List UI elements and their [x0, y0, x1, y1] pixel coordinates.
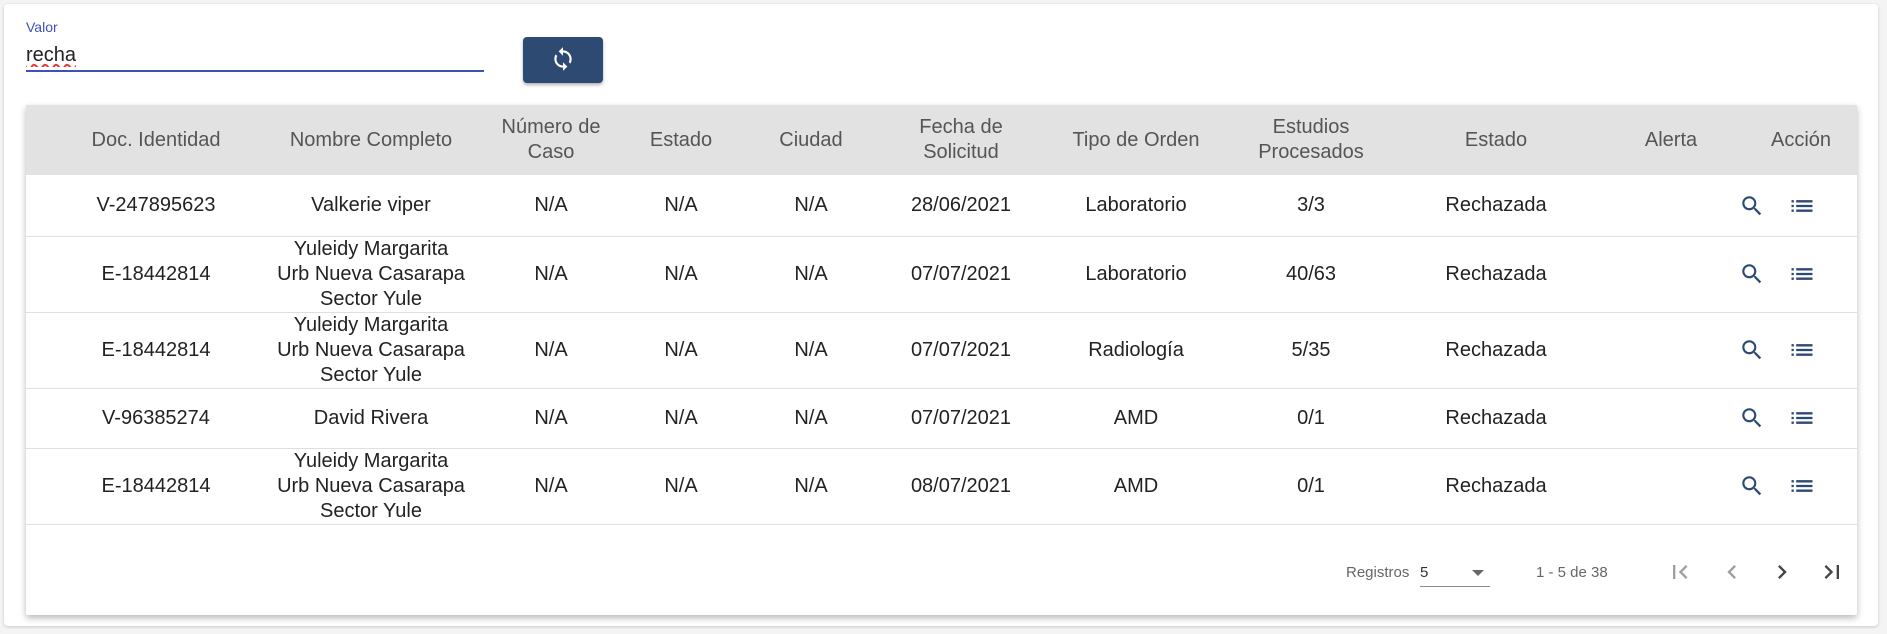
table-row: E-18442814 Yuleidy Margarita Urb Nueva Ca…: [26, 236, 1857, 313]
search-icon[interactable]: [1736, 470, 1768, 502]
cell-doc: V-247895623: [96, 194, 216, 216]
cell-alerta: [1596, 388, 1746, 448]
cell-ciudad: N/A: [794, 194, 828, 216]
cell-ciudad: N/A: [794, 474, 828, 497]
cell-estado1: N/A: [664, 406, 698, 429]
cell-caso: N/A: [534, 338, 568, 361]
cell-fecha: 08/07/2021: [910, 474, 1012, 497]
cell-estado1: N/A: [664, 338, 698, 361]
cell-estado1: N/A: [664, 262, 698, 285]
chevron-right-icon: [1768, 558, 1796, 591]
header-alerta: Alerta: [1644, 128, 1698, 151]
cell-nombre: Valkerie viper: [311, 194, 431, 216]
cell-estado2: Rechazada: [1445, 338, 1547, 361]
cell-estado2: Rechazada: [1445, 194, 1547, 216]
table-row: V-247895623 Valkerie viper N/A N/A N/A 28/06/…: [26, 175, 1857, 237]
cell-estado2: Rechazada: [1445, 474, 1547, 497]
valor-field: Valor: [26, 18, 484, 72]
registros-label: Registros: [1346, 564, 1410, 581]
cell-nombre: Yuleidy Margarita Urb Nueva Casarapa Sec…: [277, 313, 465, 386]
next-page-button[interactable]: [1764, 556, 1800, 592]
valor-input[interactable]: [26, 40, 484, 72]
valor-label: Valor: [26, 19, 58, 35]
header-estado-final[interactable]: Estado: [1406, 105, 1586, 175]
refresh-icon: [550, 46, 576, 75]
list-icon[interactable]: [1786, 402, 1818, 434]
cell-doc: E-18442814: [101, 474, 211, 497]
header-ciudad[interactable]: Ciudad: [746, 105, 876, 175]
header-estudios-procesados[interactable]: Estudios Procesados: [1236, 105, 1386, 175]
cell-fecha: 28/06/2021: [910, 194, 1012, 216]
header-estado[interactable]: Estado: [616, 105, 746, 175]
cell-nombre: Yuleidy Margarita Urb Nueva Casarapa Sec…: [277, 237, 465, 310]
orders-table: Doc. Identidad Nombre Completo Número de…: [26, 105, 1857, 615]
cell-doc: E-18442814: [101, 338, 211, 361]
refresh-button[interactable]: [523, 37, 603, 83]
cell-estudios: 40/63: [1285, 262, 1337, 285]
chevron-left-icon: [1718, 558, 1746, 591]
list-icon[interactable]: [1786, 258, 1818, 290]
cell-estado2: Rechazada: [1445, 406, 1547, 429]
paginator: Registros 5 1 - 5 de 38: [26, 530, 1857, 615]
table-header: Doc. Identidad Nombre Completo Número de…: [26, 105, 1857, 175]
cell-estudios: 3/3: [1297, 194, 1325, 216]
list-icon[interactable]: [1786, 470, 1818, 502]
page-size-select[interactable]: 5: [1420, 558, 1490, 587]
cell-ciudad: N/A: [794, 338, 828, 361]
search-icon[interactable]: [1736, 402, 1768, 434]
header-nombre-completo[interactable]: Nombre Completo: [276, 105, 466, 175]
first-page-button[interactable]: [1662, 556, 1698, 592]
cell-alerta: [1596, 312, 1746, 388]
list-icon[interactable]: [1786, 334, 1818, 366]
cell-tipo: AMD: [1113, 474, 1159, 497]
cell-nombre: David Rivera: [313, 406, 429, 429]
cell-ciudad: N/A: [794, 262, 828, 285]
search-icon[interactable]: [1736, 258, 1768, 290]
table-row: E-18442814 Yuleidy Margarita Urb Nueva Ca…: [26, 448, 1857, 525]
page-size-value: 5: [1420, 564, 1429, 581]
header-fecha-solicitud[interactable]: Fecha de Solicitud: [886, 105, 1036, 175]
cell-tipo: Laboratorio: [1085, 194, 1187, 216]
cell-tipo: AMD: [1113, 406, 1159, 429]
list-icon[interactable]: [1786, 190, 1818, 222]
cell-caso: N/A: [534, 474, 568, 497]
cell-alerta: [1596, 448, 1746, 524]
prev-page-button[interactable]: [1714, 556, 1750, 592]
cell-fecha: 07/07/2021: [910, 262, 1012, 285]
chevron-down-icon: [1472, 570, 1484, 576]
cell-doc: V-96385274: [102, 406, 210, 429]
cell-fecha: 07/07/2021: [910, 406, 1012, 429]
first-page-icon: [1666, 558, 1694, 591]
header-numero-caso[interactable]: Número de Caso: [486, 105, 616, 175]
header-doc-identidad[interactable]: Doc. Identidad: [76, 105, 236, 175]
cell-estado1: N/A: [664, 474, 698, 497]
cell-estudios: 0/1: [1297, 406, 1325, 429]
cell-caso: N/A: [534, 194, 568, 216]
cell-alerta: [1596, 175, 1746, 236]
range-label: 1 - 5 de 38: [1536, 564, 1608, 581]
search-icon[interactable]: [1736, 334, 1768, 366]
cell-caso: N/A: [534, 406, 568, 429]
cell-estado1: N/A: [664, 194, 698, 216]
cell-alerta: [1596, 236, 1746, 312]
cell-caso: N/A: [534, 262, 568, 285]
cell-estado2: Rechazada: [1445, 262, 1547, 285]
last-page-button[interactable]: [1814, 556, 1850, 592]
cell-fecha: 07/07/2021: [910, 338, 1012, 361]
last-page-icon: [1818, 558, 1846, 591]
cell-estudios: 0/1: [1297, 474, 1325, 497]
table-row: V-96385274 David Rivera N/A N/A N/A 07/07/202…: [26, 388, 1857, 449]
cell-ciudad: N/A: [794, 406, 828, 429]
cell-nombre: Yuleidy Margarita Urb Nueva Casarapa Sec…: [277, 449, 465, 522]
cell-doc: E-18442814: [101, 262, 211, 285]
cell-estudios: 5/35: [1291, 338, 1331, 361]
header-accion: Acción: [1770, 128, 1832, 151]
cell-tipo: Radiología: [1088, 338, 1184, 361]
cell-tipo: Laboratorio: [1085, 262, 1187, 285]
header-tipo-orden[interactable]: Tipo de Orden: [1046, 105, 1226, 175]
table-row: E-18442814 Yuleidy Margarita Urb Nueva Ca…: [26, 312, 1857, 389]
search-icon[interactable]: [1736, 190, 1768, 222]
